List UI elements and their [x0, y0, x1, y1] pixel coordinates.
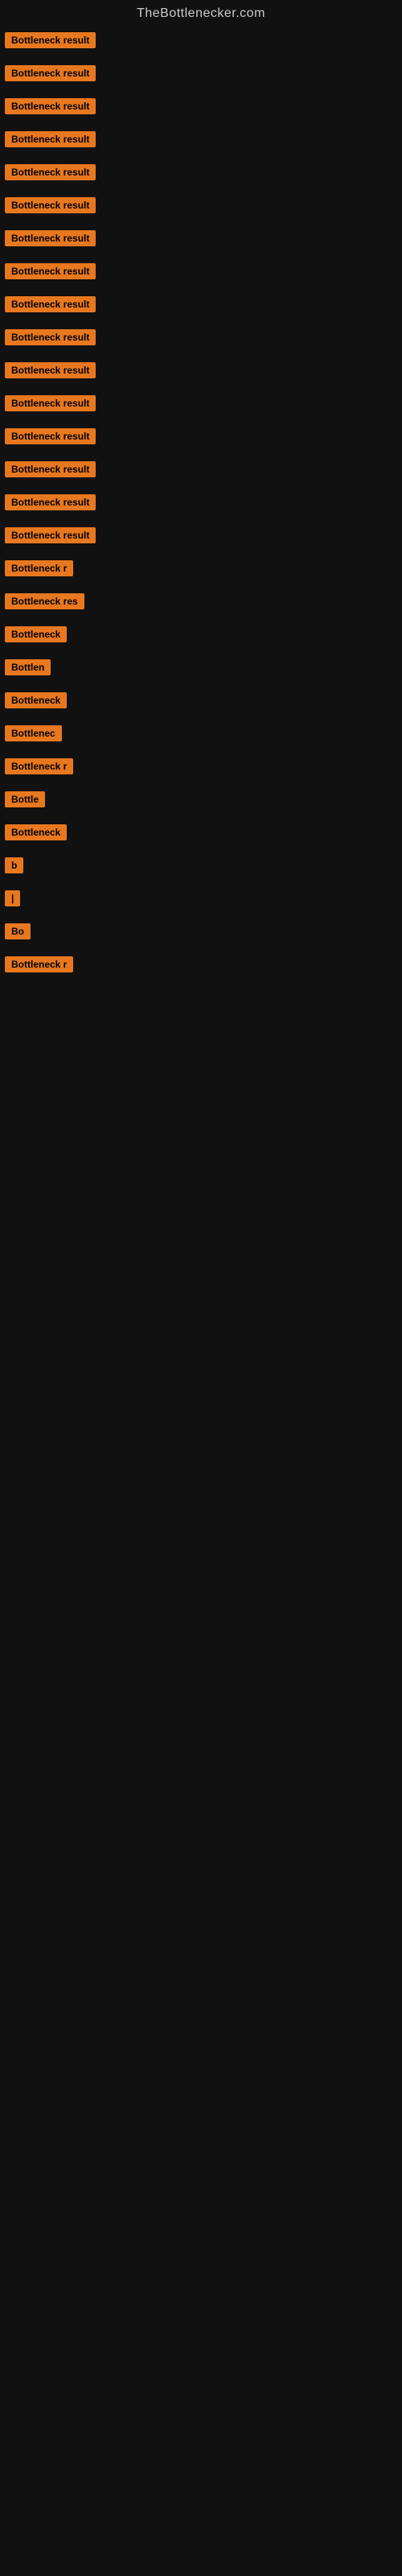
bottleneck-badge[interactable]: Bottleneck res — [5, 593, 84, 609]
list-item: Bottleneck result — [0, 189, 402, 222]
list-item: Bottleneck result — [0, 420, 402, 453]
list-item: Bottlen — [0, 651, 402, 684]
bottleneck-badge[interactable]: Bottleneck result — [5, 131, 96, 147]
bottleneck-badge[interactable]: Bottleneck result — [5, 428, 96, 444]
bottleneck-badge[interactable]: Bottleneck result — [5, 296, 96, 312]
bottleneck-badge[interactable]: Bottleneck — [5, 824, 67, 840]
list-item: Bottleneck r — [0, 750, 402, 783]
bottleneck-badge[interactable]: Bottleneck r — [5, 758, 73, 774]
list-item: b — [0, 849, 402, 882]
bottleneck-badge[interactable]: Bottleneck r — [5, 560, 73, 576]
bottleneck-badge[interactable]: Bottleneck r — [5, 956, 73, 972]
list-item: Bottleneck result — [0, 321, 402, 354]
bottleneck-badge[interactable]: Bottleneck result — [5, 461, 96, 477]
list-item: Bottleneck result — [0, 453, 402, 486]
list-item: | — [0, 882, 402, 915]
bottleneck-badge[interactable]: Bottleneck result — [5, 362, 96, 378]
list-item: Bottleneck — [0, 816, 402, 849]
bottleneck-badge[interactable]: Bottleneck result — [5, 527, 96, 543]
list-item: Bottleneck — [0, 618, 402, 651]
bottleneck-badge[interactable]: Bottleneck result — [5, 395, 96, 411]
list-item: Bottleneck result — [0, 354, 402, 387]
bottleneck-badge[interactable]: Bottleneck — [5, 692, 67, 708]
list-item: Bottleneck res — [0, 585, 402, 618]
list-item: Bottleneck result — [0, 90, 402, 123]
bottleneck-badge[interactable]: Bottleneck result — [5, 32, 96, 48]
bottleneck-badge[interactable]: | — [5, 890, 20, 906]
list-item: Bottleneck result — [0, 519, 402, 552]
list-item: Bottleneck result — [0, 156, 402, 189]
bottleneck-badge[interactable]: Bottleneck result — [5, 164, 96, 180]
list-item: Bottleneck result — [0, 288, 402, 321]
list-item: Bottleneck result — [0, 123, 402, 156]
bottleneck-badge[interactable]: Bottleneck result — [5, 197, 96, 213]
list-item: Bottleneck — [0, 684, 402, 717]
bottleneck-badge[interactable]: Bottleneck result — [5, 494, 96, 510]
site-title: TheBottlenecker.com — [0, 0, 402, 24]
list-item: Bottleneck result — [0, 57, 402, 90]
bottleneck-badge[interactable]: Bottleneck result — [5, 230, 96, 246]
bottleneck-badge[interactable]: b — [5, 857, 23, 873]
bottleneck-badge[interactable]: Bottlenec — [5, 725, 62, 741]
list-item: Bo — [0, 915, 402, 948]
bottleneck-badge[interactable]: Bottleneck result — [5, 263, 96, 279]
list-item: Bottlenec — [0, 717, 402, 750]
list-item: Bottleneck result — [0, 387, 402, 420]
list-item: Bottleneck result — [0, 255, 402, 288]
list-item: Bottleneck r — [0, 552, 402, 585]
list-item: Bottleneck r — [0, 948, 402, 981]
bottleneck-badge[interactable]: Bo — [5, 923, 31, 939]
list-item: Bottleneck result — [0, 24, 402, 57]
bottleneck-badge[interactable]: Bottlen — [5, 659, 51, 675]
bottleneck-badge[interactable]: Bottleneck result — [5, 65, 96, 81]
bottleneck-badge[interactable]: Bottleneck result — [5, 98, 96, 114]
list-item: Bottleneck result — [0, 222, 402, 255]
bottleneck-badge[interactable]: Bottleneck — [5, 626, 67, 642]
bottleneck-badge[interactable]: Bottle — [5, 791, 45, 807]
list-item: Bottle — [0, 783, 402, 816]
bottleneck-badge[interactable]: Bottleneck result — [5, 329, 96, 345]
list-item: Bottleneck result — [0, 486, 402, 519]
